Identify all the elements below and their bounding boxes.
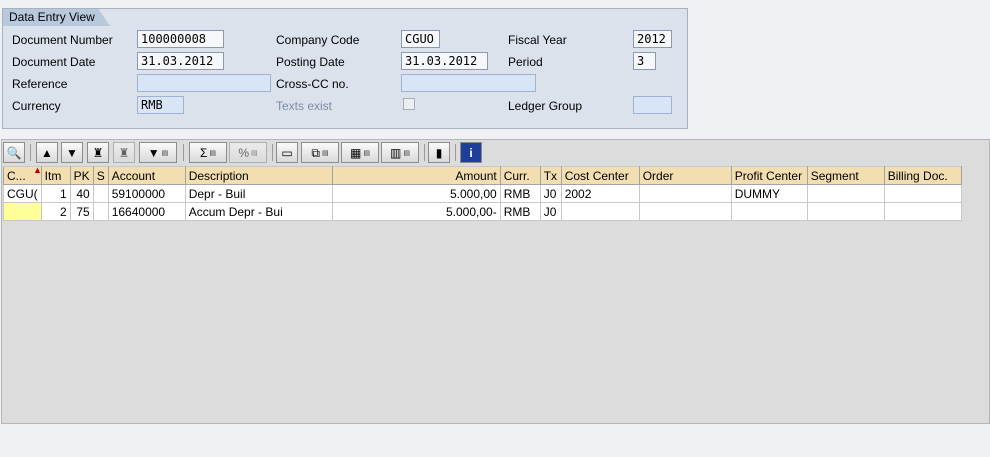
cross-cc-field[interactable] [401, 74, 536, 92]
document-date-label: Document Date [12, 55, 96, 69]
document-number-field[interactable]: 100000008 [137, 30, 224, 48]
details-button[interactable]: 🔍 [3, 142, 25, 163]
export-icon: ⧉ [311, 145, 320, 160]
find-button[interactable]: ♜ [87, 142, 109, 163]
texts-exist-label: Texts exist [276, 99, 333, 113]
company-code-field[interactable]: CGUO [401, 30, 440, 48]
cell-amount[interactable]: 5.000,00 [331, 184, 501, 203]
sum-button[interactable]: Σ ▤ [189, 142, 227, 163]
cell-account[interactable]: 59100000 [107, 184, 186, 203]
sort-ascending-icon: ▲ [33, 165, 42, 175]
cell-currency[interactable]: RMB [499, 202, 541, 221]
cell-tax-code[interactable]: J0 [539, 184, 562, 203]
col-header-order[interactable]: Order [638, 166, 732, 185]
posting-date-label: Posting Date [276, 55, 345, 69]
texts-exist-checkbox[interactable] [403, 98, 415, 110]
currency-label: Currency [12, 99, 61, 113]
cell-amount[interactable]: 5.000,00- [331, 202, 501, 221]
col-header-amount[interactable]: Amount [331, 166, 501, 185]
cell-segment[interactable] [806, 202, 885, 221]
change-layout-button[interactable]: ▥ ▤ [381, 142, 419, 163]
export-button[interactable]: ⧉ ▤ [301, 142, 339, 163]
ledger-group-label: Ledger Group [508, 99, 583, 113]
find-icon: ♜ [92, 145, 104, 160]
cell-company[interactable]: CGU( [3, 184, 42, 203]
ledger-group-field[interactable] [633, 96, 672, 114]
cell-s[interactable] [92, 202, 109, 221]
cell-order[interactable] [638, 184, 732, 203]
col-header-segment[interactable]: Segment [806, 166, 885, 185]
details-icon: 🔍 [6, 145, 22, 160]
col-header-item[interactable]: Itm [40, 166, 71, 185]
cell-posting-key[interactable]: 40 [69, 184, 94, 203]
cell-billing-doc[interactable] [883, 202, 962, 221]
subtotals-button[interactable]: % ▤ [229, 142, 267, 163]
header-frame [2, 8, 688, 129]
cell-profit-center[interactable]: DUMMY [730, 184, 808, 203]
line-items-table-wrap: ▲ C... Itm PK S Account Description Amou… [3, 166, 962, 221]
col-header-cost-center[interactable]: Cost Center [560, 166, 640, 185]
cell-s[interactable] [92, 184, 109, 203]
cell-cost-center[interactable] [560, 202, 640, 221]
cell-order[interactable] [638, 202, 732, 221]
cell-description[interactable]: Accum Depr - Bui [184, 202, 333, 221]
cell-tax-code[interactable]: J0 [539, 202, 562, 221]
cell-cost-center[interactable]: 2002 [560, 184, 640, 203]
cell-currency[interactable]: RMB [499, 184, 541, 203]
spreadsheet-icon: ▦ [350, 145, 362, 160]
col-header-account[interactable]: Account [107, 166, 186, 185]
company-code-label: Company Code [276, 33, 360, 47]
posting-date-field[interactable]: 31.03.2012 [401, 52, 488, 70]
cell-description[interactable]: Depr - Buil [184, 184, 333, 203]
col-header-profit-center[interactable]: Profit Center [730, 166, 808, 185]
period-label: Period [508, 55, 543, 69]
print-preview-icon: ▭ [281, 145, 293, 160]
cell-company[interactable] [3, 202, 42, 221]
currency-field[interactable]: RMB [137, 96, 184, 114]
find-next-icon: ♜ [118, 145, 130, 160]
change-layout-icon: ▥ [390, 145, 402, 160]
spreadsheet-button[interactable]: ▦ ▤ [341, 142, 379, 163]
period-field[interactable]: 3 [633, 52, 656, 70]
print-preview-button[interactable]: ▭ [276, 142, 298, 163]
col-header-description[interactable]: Description [184, 166, 333, 185]
cell-segment[interactable] [806, 184, 885, 203]
cell-billing-doc[interactable] [883, 184, 962, 203]
col-header-posting-key[interactable]: PK [69, 166, 94, 185]
information-icon: i [469, 145, 473, 160]
table-header-row: C... Itm PK S Account Description Amount… [3, 166, 962, 185]
set-filter-button[interactable]: ▼ ▤ [139, 142, 177, 163]
subtotals-icon: % [238, 145, 250, 160]
document-number-label: Document Number [12, 33, 113, 47]
col-header-tax-code[interactable]: Tx [539, 166, 562, 185]
reference-field[interactable] [137, 74, 271, 92]
line-items-table: C... Itm PK S Account Description Amount… [3, 166, 962, 221]
col-header-s[interactable]: S [92, 166, 109, 185]
table-row[interactable]: 2 75 16640000 Accum Depr - Bui 5.000,00-… [3, 202, 962, 221]
cell-profit-center[interactable] [730, 202, 808, 221]
col-header-currency[interactable]: Curr. [499, 166, 541, 185]
reference-label: Reference [12, 77, 68, 91]
sum-icon: Σ [199, 145, 208, 160]
print-button[interactable]: ▲ [36, 142, 58, 163]
document-date-field[interactable]: 31.03.2012 [137, 52, 224, 70]
print-icon: ▲ [41, 145, 53, 160]
cell-posting-key[interactable]: 75 [69, 202, 94, 221]
graphic-icon: ▮ [435, 145, 443, 160]
set-filter-icon: ▼ [147, 145, 160, 160]
filter-button[interactable]: ▼ [61, 142, 83, 163]
data-entry-view-tab[interactable]: Data Entry View [2, 8, 110, 26]
cell-account[interactable]: 16640000 [107, 202, 186, 221]
cross-cc-label: Cross-CC no. [276, 77, 349, 91]
filter-icon: ▼ [66, 145, 78, 160]
cell-item[interactable]: 1 [40, 184, 71, 203]
find-next-button[interactable]: ♜ [113, 142, 135, 163]
graphic-button[interactable]: ▮ [428, 142, 450, 163]
table-row[interactable]: CGU( 1 40 59100000 Depr - Buil 5.000,00 … [3, 184, 962, 203]
information-button[interactable]: i [460, 142, 482, 163]
fiscal-year-field[interactable]: 2012 [633, 30, 672, 48]
fiscal-year-label: Fiscal Year [508, 33, 567, 47]
col-header-billing-doc[interactable]: Billing Doc. [883, 166, 962, 185]
cell-item[interactable]: 2 [40, 202, 71, 221]
